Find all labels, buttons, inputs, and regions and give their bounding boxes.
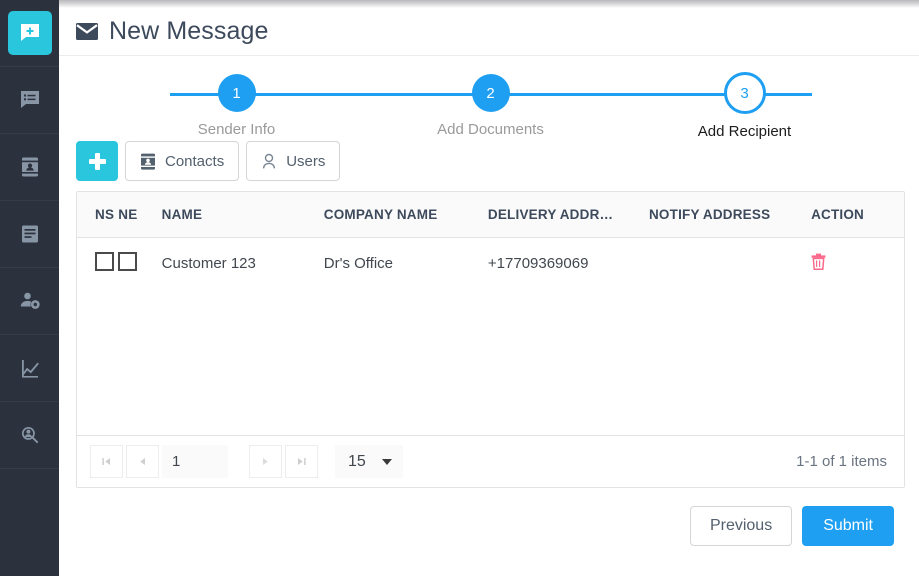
sidebar-item-analytics[interactable] <box>0 335 59 402</box>
sidebar-item-user-search[interactable] <box>0 402 59 469</box>
table-empty-space <box>77 290 904 435</box>
cell-company: Dr's Office <box>323 255 394 272</box>
pager-last-button[interactable] <box>285 445 318 478</box>
app-window: New Message 1 Sender Info 2 Add Document… <box>0 0 919 576</box>
browser-chrome-strip <box>59 0 919 8</box>
new-message-icon <box>18 21 42 45</box>
ns-checkbox[interactable] <box>95 252 114 271</box>
contacts-book-icon <box>140 153 156 170</box>
page-title: New Message <box>109 17 269 45</box>
column-header-ne: NE <box>118 192 162 238</box>
column-header-action: ACTION <box>811 192 904 238</box>
page-header: New Message <box>59 8 919 56</box>
column-header-notify: NOTIFY ADDRESS <box>648 192 812 238</box>
wizard-actions: Previous Submit <box>76 506 905 546</box>
contacts-button-label: Contacts <box>165 152 225 170</box>
user-search-icon <box>18 423 42 447</box>
users-button[interactable]: Users <box>246 141 341 181</box>
first-page-icon <box>102 458 110 465</box>
submit-button[interactable]: Submit <box>802 506 894 546</box>
recipient-toolbar: Contacts Users <box>76 141 905 181</box>
user-settings-icon <box>18 289 42 313</box>
contacts-button[interactable]: Contacts <box>125 141 240 181</box>
previous-button[interactable]: Previous <box>689 506 793 546</box>
delete-row-button[interactable] <box>811 253 826 273</box>
table-header-row: NS NE NAME COMPANY NAME DELIVERY ADDR… N… <box>77 192 904 238</box>
last-page-icon <box>298 458 306 465</box>
step-add-documents[interactable]: 2 Add Documents <box>364 57 618 140</box>
table-pager: 15 1-1 of 1 items <box>77 435 904 487</box>
contacts-book-icon <box>18 155 42 179</box>
table-body: Customer 123 Dr's Office +17709369069 <box>77 238 904 290</box>
cell-delivery: +17709369069 <box>487 255 589 272</box>
sidebar-item-new-message[interactable] <box>0 0 59 67</box>
recipients-table: NS NE NAME COMPANY NAME DELIVERY ADDR… N… <box>77 192 904 290</box>
column-header-delivery: DELIVERY ADDR… <box>487 192 649 238</box>
pager-first-button[interactable] <box>90 445 123 478</box>
column-header-name: NAME <box>161 192 324 238</box>
plus-icon <box>88 152 106 170</box>
documents-icon <box>18 222 42 246</box>
cell-action <box>811 238 904 290</box>
trash-icon <box>811 253 826 273</box>
next-page-icon <box>263 458 268 465</box>
sidebar-item-user-settings[interactable] <box>0 268 59 335</box>
step-1-label: Sender Info <box>197 121 276 138</box>
step-sender-info[interactable]: 1 Sender Info <box>110 57 364 140</box>
pager-info: 1-1 of 1 items <box>796 453 887 470</box>
step-1-circle: 1 <box>217 74 256 112</box>
sidebar-item-documents[interactable] <box>0 201 59 268</box>
step-2-label: Add Documents <box>437 121 544 138</box>
chevron-down-icon <box>382 458 392 465</box>
wizard-stepper: 1 Sender Info 2 Add Documents 3 Add Reci… <box>110 57 872 140</box>
step-add-recipient[interactable]: 3 Add Recipient <box>618 57 872 140</box>
page-size-value: 15 <box>348 452 366 470</box>
pager-page-input[interactable] <box>162 445 228 478</box>
step-3-circle: 3 <box>723 72 766 114</box>
column-header-company: COMPANY NAME <box>323 192 488 238</box>
main-content: 1 Sender Info 2 Add Documents 3 Add Reci… <box>59 57 919 576</box>
cell-name: Customer 123 <box>161 255 256 272</box>
step-3-label: Add Recipient <box>697 123 792 140</box>
cell-ne <box>118 238 161 290</box>
sidebar-item-contacts[interactable] <box>0 134 59 201</box>
table-row[interactable]: Customer 123 Dr's Office +17709369069 <box>77 238 904 290</box>
sidebar-item-messages[interactable] <box>0 67 59 134</box>
left-sidebar <box>0 0 59 576</box>
page-size-select[interactable]: 15 <box>335 445 403 478</box>
recipients-table-card: NS NE NAME COMPANY NAME DELIVERY ADDR… N… <box>76 191 905 488</box>
column-header-ns: NS <box>77 192 119 238</box>
cell-ns <box>77 238 118 290</box>
add-recipient-button[interactable] <box>76 141 118 181</box>
table-head: NS NE NAME COMPANY NAME DELIVERY ADDR… N… <box>77 192 904 238</box>
prev-page-icon <box>140 458 145 465</box>
analytics-chart-icon <box>18 356 42 380</box>
pager-next-button[interactable] <box>249 445 282 478</box>
envelope-icon <box>76 23 98 40</box>
ne-checkbox[interactable] <box>118 252 138 271</box>
step-2-circle: 2 <box>471 74 510 112</box>
message-list-icon <box>18 88 42 112</box>
user-icon <box>261 153 277 170</box>
cell-notify <box>649 238 811 290</box>
users-button-label: Users <box>286 152 326 170</box>
pager-prev-button[interactable] <box>126 445 159 478</box>
